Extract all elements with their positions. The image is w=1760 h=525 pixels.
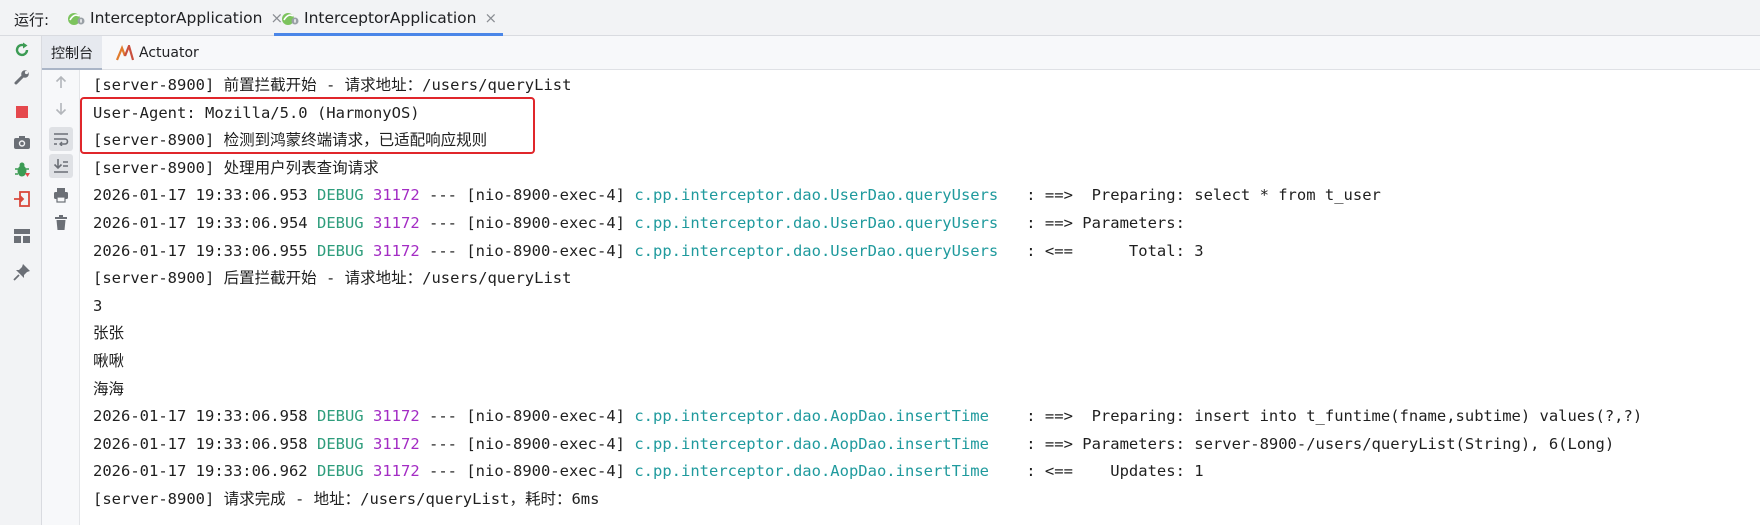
log-thread: --- [nio-8900-exec-4] — [429, 241, 625, 260]
close-icon[interactable]: × — [484, 9, 497, 27]
run-tab-1[interactable]: InterceptorApplication × — [66, 0, 283, 35]
layout-icon[interactable] — [11, 225, 33, 247]
log-message: : ==> Parameters: server-8900-/users/que… — [1016, 434, 1615, 453]
log-message: : ==> Parameters: — [1016, 213, 1195, 232]
tab-actuator[interactable]: Actuator — [116, 36, 199, 69]
scroll-up-icon[interactable] — [49, 70, 73, 94]
log-pid: 31172 — [373, 213, 420, 232]
console-output[interactable]: [server-8900] 前置拦截开始 - 请求地址：/users/query… — [93, 72, 1753, 522]
exit-icon[interactable] — [11, 188, 33, 210]
console-line: 海海 — [93, 376, 1753, 404]
console-line: 2026-01-17 19:33:06.958 DEBUG 31172 --- … — [93, 403, 1753, 431]
console-line-text: 张张 — [93, 324, 125, 343]
console-line: 2026-01-17 19:33:06.953 DEBUG 31172 --- … — [93, 182, 1753, 210]
log-timestamp: 2026-01-17 19:33:06.954 — [93, 213, 308, 232]
log-message: : <== Updates: 1 — [1016, 462, 1204, 481]
log-pid: 31172 — [373, 434, 420, 453]
log-level: DEBUG — [316, 462, 364, 481]
log-level: DEBUG — [316, 241, 364, 260]
run-label: 运行: — [14, 11, 50, 29]
log-logger: c.pp.interceptor.dao.AopDao.insertTime — [634, 407, 1017, 426]
log-timestamp: 2026-01-17 19:33:06.958 — [93, 407, 308, 426]
tab-console[interactable]: 控制台 — [42, 36, 102, 70]
clear-trash-icon[interactable] — [49, 211, 73, 235]
scroll-down-icon[interactable] — [49, 97, 73, 121]
log-message: : ==> Preparing: select * from t_user — [1016, 186, 1381, 205]
debug-bug-icon[interactable] — [11, 159, 33, 181]
log-thread: --- [nio-8900-exec-4] — [429, 213, 625, 232]
log-pid: 31172 — [373, 186, 420, 205]
run-toolbar — [0, 36, 42, 525]
rerun-icon[interactable] — [11, 39, 33, 61]
console-line-text: [server-8900] 检测到鸿蒙终端请求，已适配响应规则 — [93, 131, 488, 150]
log-thread: --- [nio-8900-exec-4] — [429, 434, 625, 453]
console-line-text: User-Agent: Mozilla/5.0 (HarmonyOS) — [93, 103, 420, 122]
console-line: 2026-01-17 19:33:06.962 DEBUG 31172 --- … — [93, 458, 1753, 486]
console-line: [server-8900] 处理用户列表查询请求 — [93, 155, 1753, 183]
run-tab-2[interactable]: InterceptorApplication × — [273, 0, 504, 36]
console-line: [server-8900] 检测到鸿蒙终端请求，已适配响应规则 — [93, 127, 1753, 155]
log-message: : ==> Preparing: insert into t_funtime(f… — [1016, 407, 1643, 426]
console-line: [server-8900] 后置拦截开始 - 请求地址：/users/query… — [93, 265, 1753, 293]
run-panel-header: 运行: InterceptorApplication × Interceptor… — [0, 0, 1760, 36]
log-level: DEBUG — [316, 213, 364, 232]
settings-wrench-icon[interactable] — [11, 66, 33, 88]
log-logger: c.pp.interceptor.dao.AopDao.insertTime — [634, 462, 1017, 481]
console-line: User-Agent: Mozilla/5.0 (HarmonyOS) — [93, 100, 1753, 128]
console-line: [server-8900] 请求完成 - 地址：/users/queryList… — [93, 486, 1753, 514]
console-line: 2026-01-17 19:33:06.955 DEBUG 31172 --- … — [93, 238, 1753, 266]
log-pid: 31172 — [373, 462, 420, 481]
log-thread: --- [nio-8900-exec-4] — [429, 462, 625, 481]
console-line-text: [server-8900] 后置拦截开始 - 请求地址：/users/query… — [93, 269, 572, 288]
pin-icon[interactable] — [11, 261, 33, 283]
console-line: 啾啾 — [93, 348, 1753, 376]
log-logger: c.pp.interceptor.dao.UserDao.queryUsers — [634, 213, 1017, 232]
stop-icon[interactable] — [11, 101, 33, 123]
console-line: 2026-01-17 19:33:06.958 DEBUG 31172 --- … — [93, 431, 1753, 459]
screenshot-camera-icon[interactable] — [11, 131, 33, 153]
console-toolbar — [42, 70, 80, 525]
log-logger: c.pp.interceptor.dao.UserDao.queryUsers — [634, 186, 1017, 205]
log-pid: 31172 — [373, 241, 420, 260]
log-message: : <== Total: 3 — [1016, 241, 1204, 260]
log-logger: c.pp.interceptor.dao.AopDao.insertTime — [634, 434, 1017, 453]
console-line: 2026-01-17 19:33:06.954 DEBUG 31172 --- … — [93, 210, 1753, 238]
log-level: DEBUG — [316, 407, 364, 426]
console-line-text: 海海 — [93, 379, 125, 398]
print-icon[interactable] — [49, 183, 73, 207]
spring-boot-icon — [66, 10, 86, 26]
console-line-text: [server-8900] 处理用户列表查询请求 — [93, 158, 379, 177]
scroll-to-end-icon[interactable] — [49, 154, 73, 178]
console-line: [server-8900] 前置拦截开始 - 请求地址：/users/query… — [93, 72, 1753, 100]
console-line-text: [server-8900] 前置拦截开始 - 请求地址：/users/query… — [93, 76, 572, 94]
log-thread: --- [nio-8900-exec-4] — [429, 186, 625, 205]
soft-wrap-icon[interactable] — [49, 127, 73, 151]
spring-boot-icon — [280, 10, 300, 26]
log-timestamp: 2026-01-17 19:33:06.958 — [93, 434, 308, 453]
log-timestamp: 2026-01-17 19:33:06.953 — [93, 186, 308, 205]
console-line: 3 — [93, 293, 1753, 321]
actuator-icon — [116, 44, 134, 61]
log-level: DEBUG — [316, 186, 364, 205]
log-pid: 31172 — [373, 407, 420, 426]
console-line-text: 啾啾 — [93, 351, 125, 370]
run-tab-label: InterceptorApplication — [304, 8, 477, 27]
log-timestamp: 2026-01-17 19:33:06.955 — [93, 241, 308, 260]
log-timestamp: 2026-01-17 19:33:06.962 — [93, 462, 308, 481]
run-tab-label: InterceptorApplication — [90, 8, 263, 27]
console-line: 张张 — [93, 320, 1753, 348]
log-logger: c.pp.interceptor.dao.UserDao.queryUsers — [634, 241, 1017, 260]
console-tabs: 控制台 Actuator — [42, 36, 1760, 70]
tab-console-label: 控制台 — [51, 45, 93, 62]
console-line-text: [server-8900] 请求完成 - 地址：/users/queryList… — [93, 489, 600, 508]
log-level: DEBUG — [316, 434, 364, 453]
log-thread: --- [nio-8900-exec-4] — [429, 407, 625, 426]
tab-actuator-label: Actuator — [139, 44, 199, 61]
console-line-text: 3 — [93, 296, 103, 315]
